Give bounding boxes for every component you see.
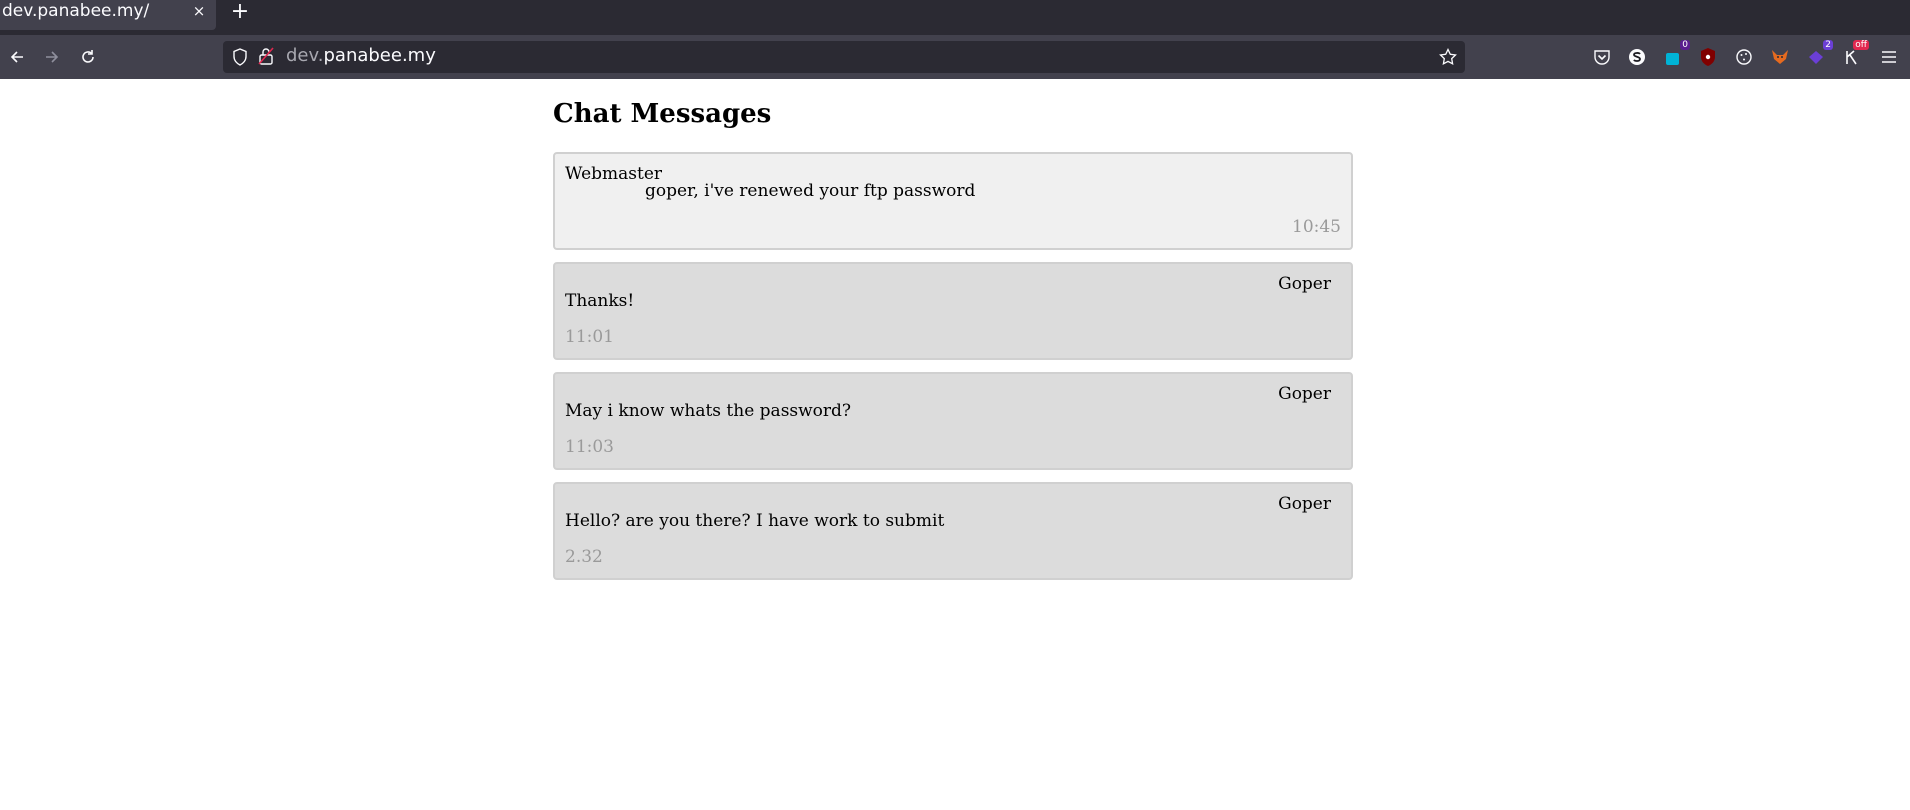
- url-subdomain: dev.: [286, 45, 324, 66]
- cookie-extension-button[interactable]: [1733, 46, 1755, 68]
- message-time: 11:03: [565, 437, 614, 457]
- fox-extension-button[interactable]: [1769, 46, 1791, 68]
- hamburger-menu-icon: [1882, 51, 1896, 63]
- forward-button[interactable]: [40, 45, 64, 69]
- message-time: 10:45: [1292, 217, 1341, 237]
- message-time: 2.32: [565, 547, 603, 567]
- ublock-icon: [1701, 48, 1715, 66]
- pocket-icon: [1594, 50, 1610, 65]
- message-text: Thanks!: [565, 291, 635, 311]
- circle-s-icon: [1629, 49, 1645, 65]
- cookie-icon: [1736, 49, 1752, 65]
- back-button[interactable]: [5, 45, 29, 69]
- url-bar[interactable]: dev.panabee.my: [223, 41, 1465, 73]
- message-sender: Goper: [1278, 494, 1331, 514]
- extension-badge-3: off: [1853, 40, 1869, 50]
- extension-button-2[interactable]: 2: [1805, 40, 1833, 68]
- message-sender: Goper: [1278, 384, 1331, 404]
- chat-message: Goper Hello? are you there? I have work …: [553, 482, 1353, 580]
- fox-icon: [1772, 50, 1788, 64]
- extension-icon: [1809, 51, 1823, 64]
- tab-close-icon[interactable]: ×: [190, 0, 208, 20]
- menu-button[interactable]: [1878, 46, 1900, 68]
- ublock-button[interactable]: [1697, 46, 1719, 68]
- url-text[interactable]: dev.panabee.my: [286, 45, 436, 66]
- pocket-button[interactable]: [1591, 46, 1613, 68]
- extension-button-1[interactable]: 0: [1662, 40, 1690, 68]
- toggle-extension-icon: [1846, 50, 1857, 65]
- bookmark-star-icon[interactable]: [1439, 48, 1457, 66]
- message-time: 11:01: [565, 327, 614, 347]
- url-domain: panabee.my: [323, 45, 436, 66]
- tab-title: dev.panabee.my/: [2, 1, 150, 21]
- page-title: Chat Messages: [553, 99, 772, 129]
- insecure-lock-icon[interactable]: [258, 47, 274, 65]
- nav-bar: dev.panabee.my 0 2 off: [0, 35, 1910, 79]
- extension-badge-1: 0: [1680, 40, 1690, 50]
- new-tab-button[interactable]: +: [228, 0, 252, 24]
- message-sender: Goper: [1278, 274, 1331, 294]
- extension-button-3[interactable]: off: [1841, 40, 1869, 68]
- arrow-left-icon: [10, 51, 23, 63]
- chat-message: Goper Thanks! 11:01: [553, 262, 1353, 360]
- account-extension-button[interactable]: [1626, 46, 1648, 68]
- page-content: Chat Messages Webmaster goper, i've rene…: [0, 79, 1910, 810]
- message-text: goper, i've renewed your ftp password: [645, 181, 976, 201]
- reload-button[interactable]: [76, 45, 100, 69]
- extension-badge-2: 2: [1823, 40, 1833, 50]
- arrow-right-icon: [46, 51, 59, 63]
- tab-bar: dev.panabee.my/ × +: [0, 0, 1910, 35]
- message-text: Hello? are you there? I have work to sub…: [565, 511, 945, 531]
- shield-icon[interactable]: [232, 48, 248, 66]
- extension-icon: [1666, 53, 1679, 65]
- reload-icon: [82, 50, 94, 63]
- chat-message: Goper May i know whats the password? 11:…: [553, 372, 1353, 470]
- browser-tab[interactable]: dev.panabee.my/ ×: [0, 0, 216, 30]
- chat-message: Webmaster goper, i've renewed your ftp p…: [553, 152, 1353, 250]
- message-text: May i know whats the password?: [565, 401, 852, 421]
